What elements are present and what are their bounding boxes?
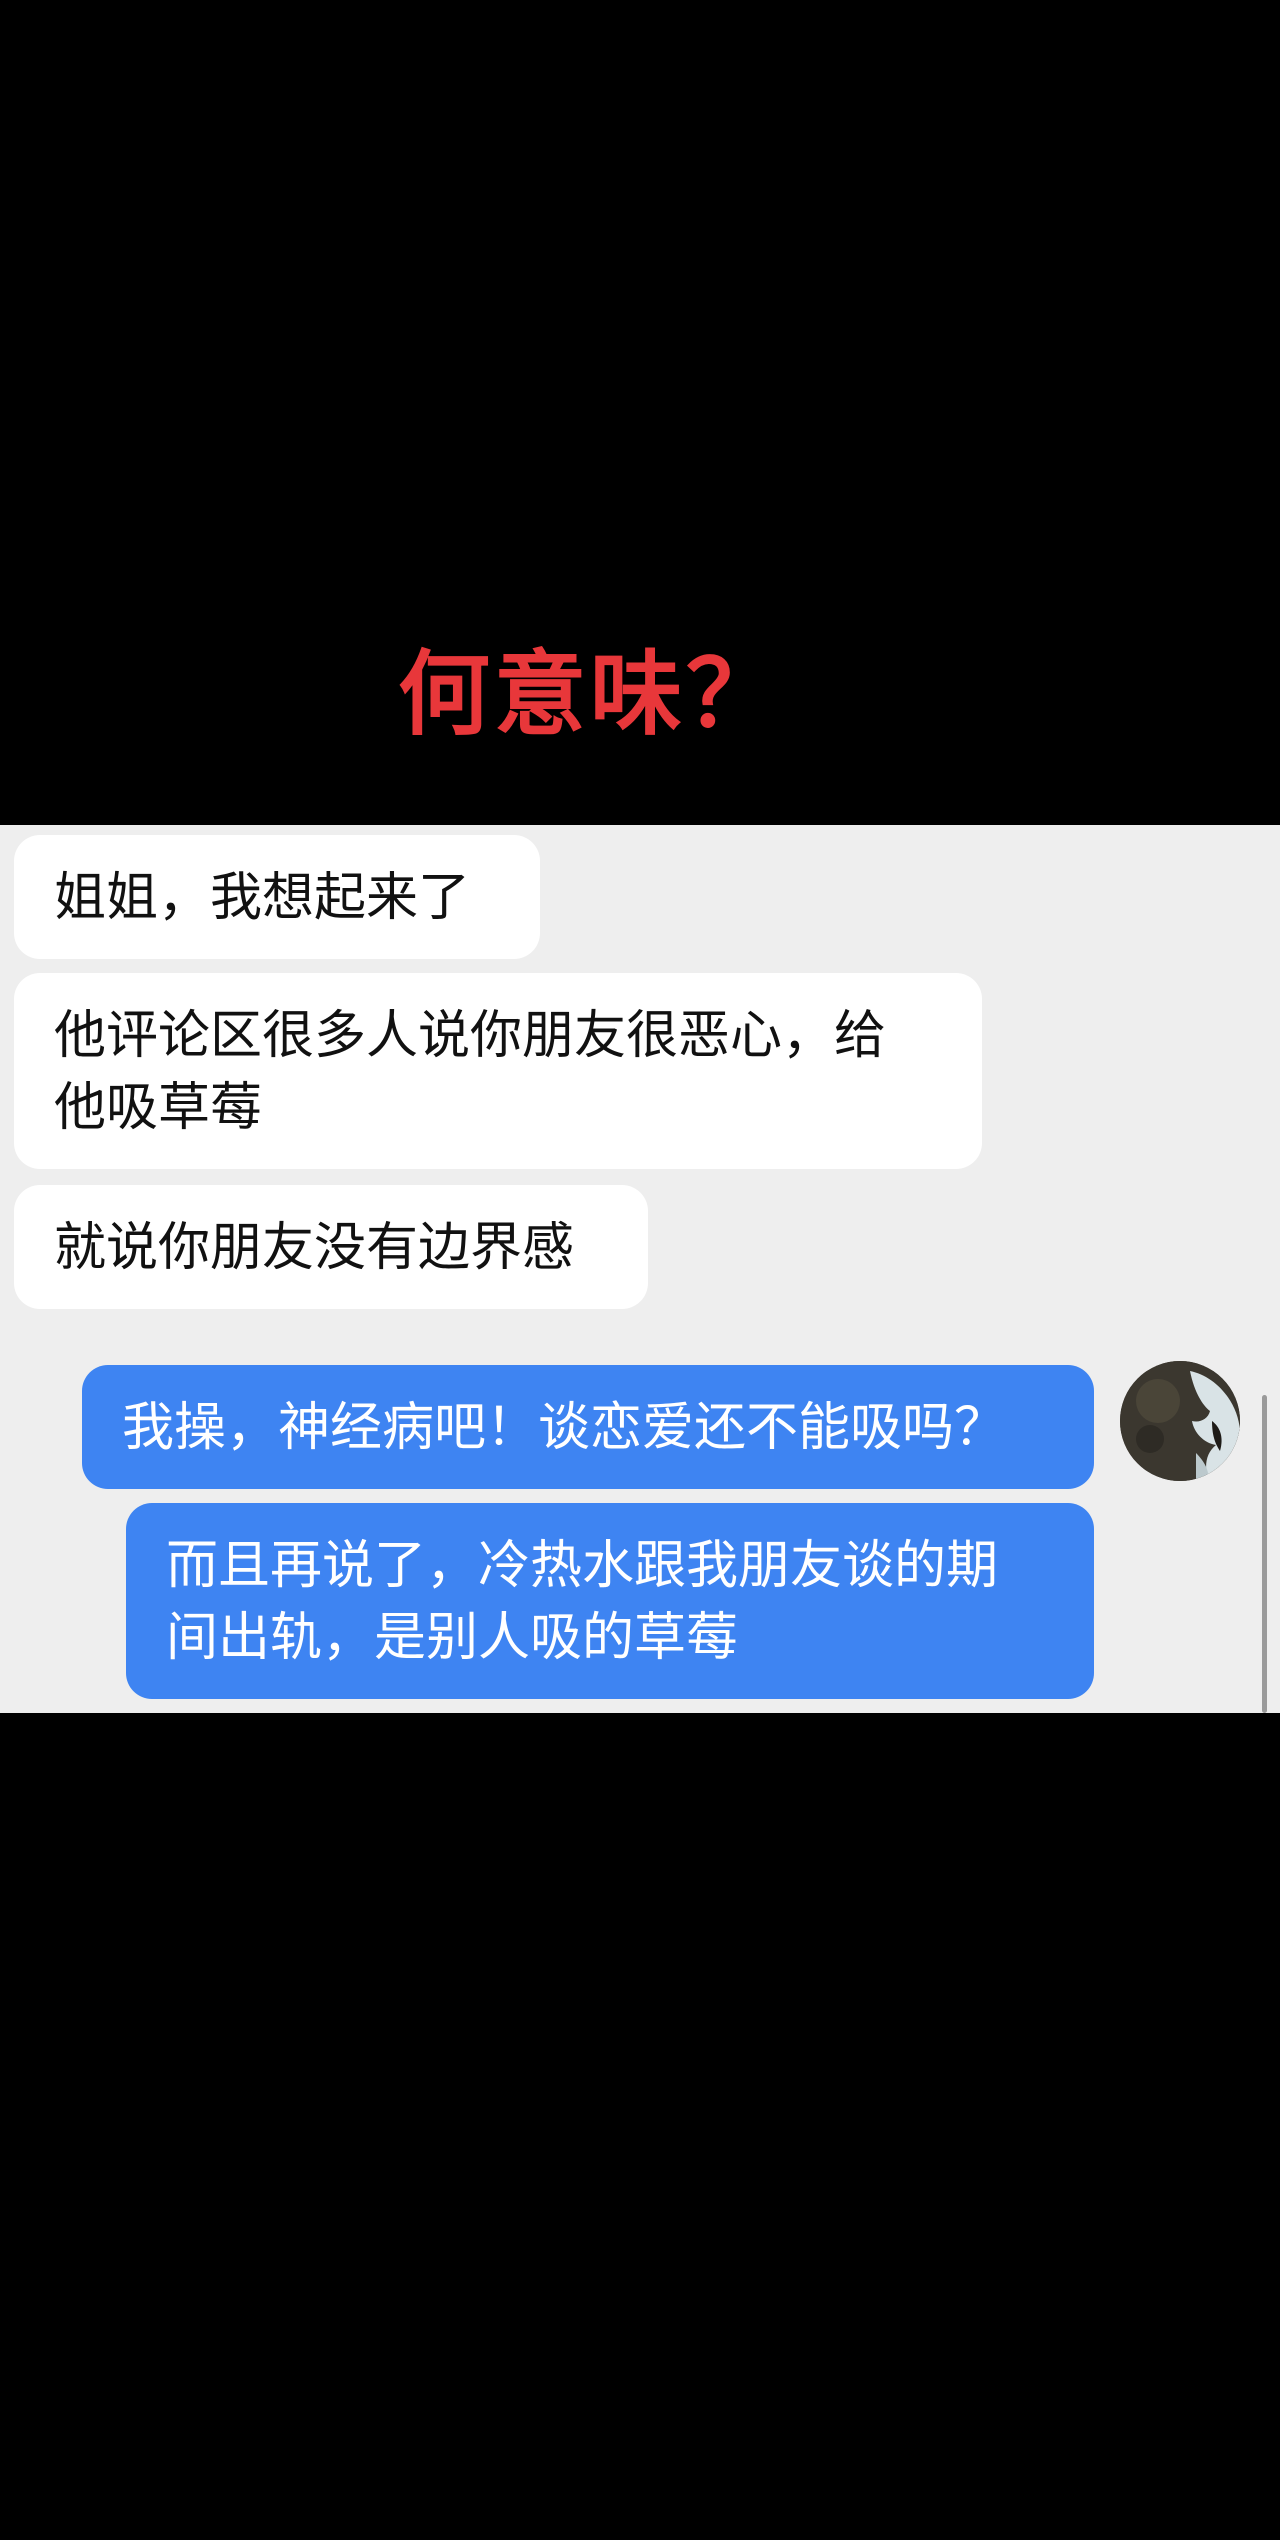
top-black-area: 何意味？ bbox=[0, 0, 1280, 825]
outgoing-message-2: 而且再说了，冷热水跟我朋友谈的期 间出轨，是别人吸的草莓 bbox=[126, 1503, 1094, 1699]
scrollbar[interactable] bbox=[1262, 1395, 1267, 1713]
outgoing-message-1: 我操，神经病吧！谈恋爱还不能吸吗？ bbox=[82, 1365, 1094, 1489]
avatar-image bbox=[1120, 1361, 1240, 1481]
user-avatar[interactable] bbox=[1120, 1361, 1240, 1481]
chat-screenshot: 姐姐，我想起来了 他评论区很多人说你朋友很恶心，给 他吸草莓 就说你朋友没有边界… bbox=[0, 825, 1280, 1713]
bottom-black-area bbox=[0, 1713, 1280, 2540]
incoming-message-1: 姐姐，我想起来了 bbox=[14, 835, 540, 959]
video-caption: 何意味？ bbox=[397, 641, 782, 748]
incoming-message-2: 他评论区很多人说你朋友很恶心，给 他吸草莓 bbox=[14, 973, 982, 1169]
incoming-message-3: 就说你朋友没有边界感 bbox=[14, 1185, 648, 1309]
